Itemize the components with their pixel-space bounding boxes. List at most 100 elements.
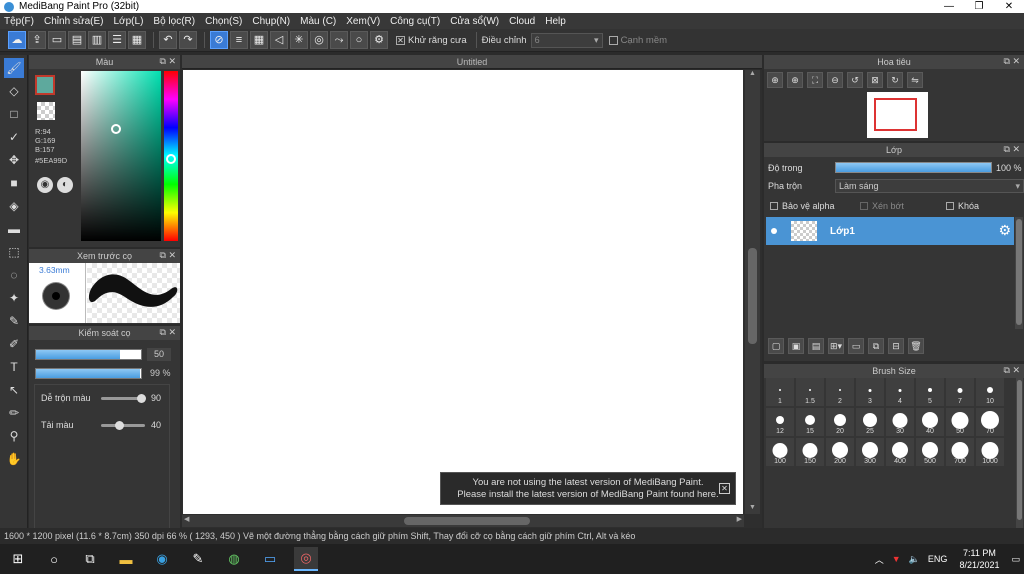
zoom-out-icon[interactable]: ⊖ xyxy=(827,72,843,88)
brush-size-bar[interactable] xyxy=(35,349,142,360)
navigator-thumbnail[interactable] xyxy=(867,92,928,138)
document-tab[interactable]: Untitled xyxy=(182,55,762,69)
windows-start-icon[interactable]: ⊞ xyxy=(6,547,30,571)
panel-close-icon[interactable]: ⧉ ✕ xyxy=(160,56,176,67)
new-layer-icon[interactable]: ▢ xyxy=(768,338,784,354)
eyedropper-icon[interactable]: ⚲ xyxy=(4,426,24,446)
search-icon[interactable]: ○ xyxy=(42,547,66,571)
move-tool-icon[interactable]: ✥ xyxy=(4,150,24,170)
brush-size-option[interactable]: 10 xyxy=(976,378,1004,406)
tray-expand-icon[interactable]: ︿ xyxy=(875,553,884,566)
gradient-tool-icon[interactable]: ▬ xyxy=(4,219,24,239)
menu-file[interactable]: Tệp(F) xyxy=(4,16,34,27)
grid-icon[interactable]: ▦ xyxy=(128,31,146,49)
color-amount-knob[interactable] xyxy=(114,421,124,430)
layer-settings-icon[interactable]: ⚙ xyxy=(998,222,1011,239)
brush-opacity-bar[interactable] xyxy=(35,368,142,379)
dot-tool-icon[interactable]: □ xyxy=(4,104,24,124)
snap-perspective-icon[interactable]: ◁ xyxy=(270,31,288,49)
share-icon[interactable]: ⇪ xyxy=(28,31,46,49)
chat-icon[interactable]: ▭ xyxy=(48,31,66,49)
layer-scroll-thumb[interactable] xyxy=(1016,219,1022,325)
saturation-value-picker[interactable] xyxy=(81,71,161,241)
file-explorer-icon[interactable]: ▬ xyxy=(114,547,138,571)
protect-alpha-checkbox[interactable] xyxy=(770,202,778,210)
panel-close-icon[interactable]: ⧉ ✕ xyxy=(160,327,176,338)
blend-mode-select[interactable]: Làm sáng xyxy=(835,179,1024,193)
brush-size-option[interactable]: 1.5 xyxy=(796,378,824,406)
minimize-button[interactable]: — xyxy=(934,1,964,12)
hue-slider[interactable] xyxy=(164,71,178,241)
merge-layer-icon[interactable]: ⊟ xyxy=(888,338,904,354)
edge-browser-icon[interactable]: ◉ xyxy=(150,547,174,571)
adjust-select[interactable]: 6 xyxy=(530,32,603,48)
operation-tool-icon[interactable]: ↖ xyxy=(4,380,24,400)
protect-alpha-option[interactable]: Bảo vệ alpha xyxy=(770,201,835,211)
canvas-horizontal-scrollbar[interactable]: ◀ ▶ xyxy=(182,515,744,527)
canvas-vertical-scrollbar[interactable]: ▲ ▼ xyxy=(745,70,760,514)
tray-app-icon[interactable]: ▼ xyxy=(892,554,901,564)
layer-item[interactable]: Lớp1 ⚙ xyxy=(766,217,1014,245)
undo-icon[interactable]: ↶ xyxy=(159,31,177,49)
maximize-button[interactable]: ❐ xyxy=(964,1,994,12)
close-button[interactable]: ✕ xyxy=(994,1,1024,12)
hue-cursor[interactable] xyxy=(166,154,176,164)
brush-size-option[interactable]: 4 xyxy=(886,378,914,406)
new-halftone-layer-icon[interactable]: ▣ xyxy=(788,338,804,354)
color-swap-icon[interactable]: ◐ xyxy=(57,177,73,193)
brush-size-option[interactable]: 20 xyxy=(826,408,854,436)
palette-icon[interactable]: ◉ xyxy=(37,177,53,193)
text-tool-icon[interactable]: T xyxy=(4,357,24,377)
paint-app-icon[interactable]: ✎ xyxy=(186,547,210,571)
layer-visibility-icon[interactable] xyxy=(771,228,777,234)
divide-tool-icon[interactable]: ✏ xyxy=(4,403,24,423)
brush-size-option[interactable]: 2 xyxy=(826,378,854,406)
menu-tools[interactable]: Công cụ(T) xyxy=(390,16,440,27)
select-brush-icon[interactable]: ✎ xyxy=(4,311,24,331)
monitor-app-icon[interactable]: ▭ xyxy=(258,547,282,571)
brush-size-option[interactable]: 1 xyxy=(766,378,794,406)
delete-layer-icon[interactable]: 🗑 xyxy=(908,338,924,354)
brush-size-option[interactable]: 70 xyxy=(976,408,1004,436)
brush-size-option[interactable]: 40 xyxy=(916,408,944,436)
color-mix-knob[interactable] xyxy=(136,394,146,403)
navigator-viewport-rect[interactable] xyxy=(874,98,917,131)
brush-size-option[interactable]: 3 xyxy=(856,378,884,406)
brush-size-option[interactable]: 7 xyxy=(946,378,974,406)
snap-off-icon[interactable]: ⊘ xyxy=(210,31,228,49)
panel-close-icon[interactable]: ⧉ ✕ xyxy=(1004,56,1020,67)
antialias-checkbox[interactable]: ✕ xyxy=(396,35,405,45)
medibang-taskbar-icon[interactable]: ◎ xyxy=(294,547,318,571)
menu-cloud[interactable]: Cloud xyxy=(509,16,535,27)
menu-view[interactable]: Xem(V) xyxy=(346,16,380,27)
brush-size-option[interactable]: 15 xyxy=(796,408,824,436)
new-8bit-layer-icon[interactable]: ▤ xyxy=(808,338,824,354)
flip-horizontal-icon[interactable]: ⇋ xyxy=(907,72,923,88)
drawing-canvas[interactable] xyxy=(183,70,743,514)
menu-help[interactable]: Help xyxy=(545,16,566,27)
add-layer-menu-icon[interactable]: ⊞▾ xyxy=(828,338,844,354)
vertical-scroll-thumb[interactable] xyxy=(748,248,757,344)
panel-close-icon[interactable]: ⧉ ✕ xyxy=(1004,365,1020,376)
folder-icon[interactable]: ▭ xyxy=(848,338,864,354)
panel-close-icon[interactable]: ⧉ ✕ xyxy=(160,250,176,261)
rotate-left-icon[interactable]: ↺ xyxy=(847,72,863,88)
menu-edit[interactable]: Chỉnh sửa(E) xyxy=(44,16,104,27)
magic-wand-icon[interactable]: ✦ xyxy=(4,288,24,308)
duplicate-layer-icon[interactable]: ⧉ xyxy=(868,338,884,354)
clipping-checkbox[interactable] xyxy=(860,202,868,210)
color-mix-slider[interactable] xyxy=(101,394,146,403)
brush-size-option[interactable]: 30 xyxy=(886,408,914,436)
reset-view-icon[interactable]: ⊠ xyxy=(867,72,883,88)
color-amount-slider[interactable] xyxy=(101,421,145,430)
menu-select[interactable]: Chọn(S) xyxy=(205,16,242,27)
language-indicator[interactable]: ENG xyxy=(928,554,948,564)
brush-size-option[interactable]: 200 xyxy=(826,438,854,466)
zoom-in-icon[interactable]: ⊕ xyxy=(787,72,803,88)
update-notice[interactable]: You are not using the latest version of … xyxy=(440,472,736,505)
horizontal-scroll-thumb[interactable] xyxy=(404,517,530,525)
snap-radial-icon[interactable]: ✳ xyxy=(290,31,308,49)
menu-color[interactable]: Màu (C) xyxy=(300,16,336,27)
hand-tool-icon[interactable]: ✋ xyxy=(4,449,24,469)
shape-tool-icon[interactable]: ■ xyxy=(4,173,24,193)
